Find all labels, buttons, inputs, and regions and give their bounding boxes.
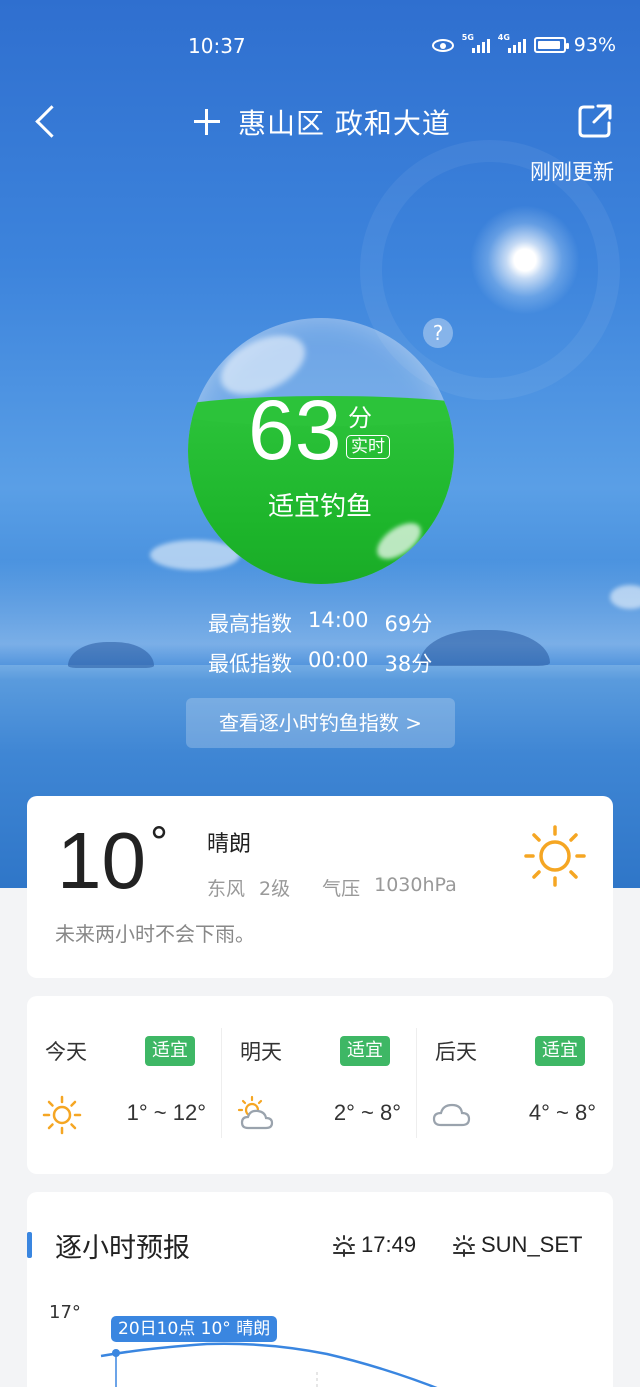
- current-temp: 10: [57, 816, 146, 905]
- sunset-icon: [453, 1235, 475, 1257]
- share-icon: [578, 104, 612, 138]
- sunrise-icon: [333, 1235, 355, 1257]
- sun-icon: [42, 1095, 82, 1135]
- wind-pressure-row: 东风 2级 气压 1030hPa: [207, 874, 457, 901]
- fishing-score: 63: [248, 383, 342, 477]
- status-bar: 10:37 5G 4G 93%: [0, 30, 640, 64]
- pressure-label: 气压: [322, 878, 361, 900]
- sun-decor: [470, 205, 580, 315]
- max-index-label: 最高指数: [208, 612, 292, 636]
- wind-direction: 东风: [207, 878, 246, 900]
- suitability-badge: 适宜: [340, 1036, 390, 1066]
- pressure-value: 1030hPa: [374, 874, 457, 896]
- sun-time-item: 17:49: [331, 1232, 416, 1258]
- sunset-label: SUN_SET: [481, 1232, 583, 1257]
- min-index-row: 最低指数 00:00 38分: [208, 648, 432, 678]
- forecast-day-tomorrow[interactable]: 明天 适宜 2° ~ 8°: [222, 996, 417, 1174]
- battery-percent: 93%: [573, 34, 616, 56]
- cloud-icon: [432, 1103, 471, 1127]
- forecast-temp-range: 4° ~ 8°: [528, 1100, 596, 1125]
- suitability-badge: 适宜: [535, 1036, 585, 1066]
- section-accent-bar: [27, 1232, 32, 1258]
- chart-y-label: 17°: [49, 1302, 81, 1323]
- signal-5g-icon: 5G: [462, 33, 490, 53]
- location-title: 惠山区 政和大道: [238, 107, 451, 140]
- suitability-text: 适宜钓鱼: [267, 492, 372, 522]
- status-time: 10:37: [188, 34, 246, 58]
- forecast-temp-range: 1° ~ 12°: [126, 1100, 206, 1125]
- location-title-group[interactable]: 惠山区 政和大道: [194, 102, 451, 142]
- max-index-row: 最高指数 14:00 69分: [208, 608, 432, 638]
- sunset-item: SUN_SET: [451, 1232, 582, 1258]
- forecast-day-name: 明天: [240, 1040, 282, 1064]
- suitability-badge: 适宜: [145, 1036, 195, 1066]
- net2-label: 4G: [497, 33, 510, 42]
- forecast-day-name: 后天: [435, 1040, 477, 1064]
- share-button[interactable]: [576, 102, 614, 140]
- current-condition: 晴朗: [207, 832, 252, 857]
- hourly-temp-line: [100, 1342, 438, 1387]
- battery-icon: [533, 37, 569, 53]
- min-index-score: 38分: [384, 652, 433, 676]
- updated-status: 刚刚更新: [530, 160, 614, 184]
- wind-level: 2级: [259, 878, 291, 900]
- hourly-forecast-card: 逐小时预报 17:49 SUN_SET 17° 20日10点 10° 晴朗: [27, 1192, 613, 1387]
- eye-icon: [431, 38, 454, 52]
- top-bar: 惠山区 政和大道: [0, 96, 640, 150]
- add-location-icon[interactable]: [194, 109, 220, 135]
- hourly-fishing-index-button[interactable]: 查看逐小时钓鱼指数 >: [186, 698, 455, 748]
- min-index-label: 最低指数: [208, 652, 292, 676]
- current-weather-card: 10 ° 晴朗 东风 2级 气压 1030hPa 未来两小时不会下雨。: [27, 796, 613, 978]
- score-unit: 分: [348, 404, 372, 432]
- signal-4g-icon: 4G: [498, 33, 526, 53]
- temp-degree: °: [149, 820, 169, 866]
- forecast-temp-range: 2° ~ 8°: [333, 1100, 401, 1125]
- max-index-score: 69分: [384, 612, 433, 636]
- realtime-tag: 实时: [346, 435, 390, 459]
- rain-note: 未来两小时不会下雨。: [55, 922, 255, 946]
- three-day-forecast-card: 今天 适宜 1° ~ 12° 明天 适宜 2° ~ 8° 后天 适宜 4° ~ …: [27, 996, 613, 1174]
- hourly-forecast-title: 逐小时预报: [55, 1233, 190, 1264]
- forecast-day-name: 今天: [45, 1040, 87, 1064]
- suitability-label: 适宜钓鱼: [0, 486, 640, 523]
- forecast-day-today[interactable]: 今天 适宜 1° ~ 12°: [27, 996, 222, 1174]
- help-icon[interactable]: ?: [423, 318, 453, 348]
- max-index-time: 14:00: [308, 608, 369, 632]
- forecast-day-after-tomorrow[interactable]: 后天 适宜 4° ~ 8°: [417, 996, 612, 1174]
- min-index-time: 00:00: [308, 648, 369, 672]
- net1-label: 5G: [461, 33, 474, 42]
- partly-cloudy-icon: [237, 1095, 274, 1130]
- back-button[interactable]: [28, 104, 68, 144]
- sun-icon: [524, 825, 586, 887]
- sun-time-value: 17:49: [361, 1232, 417, 1257]
- status-icons: 5G 4G 93%: [431, 33, 616, 56]
